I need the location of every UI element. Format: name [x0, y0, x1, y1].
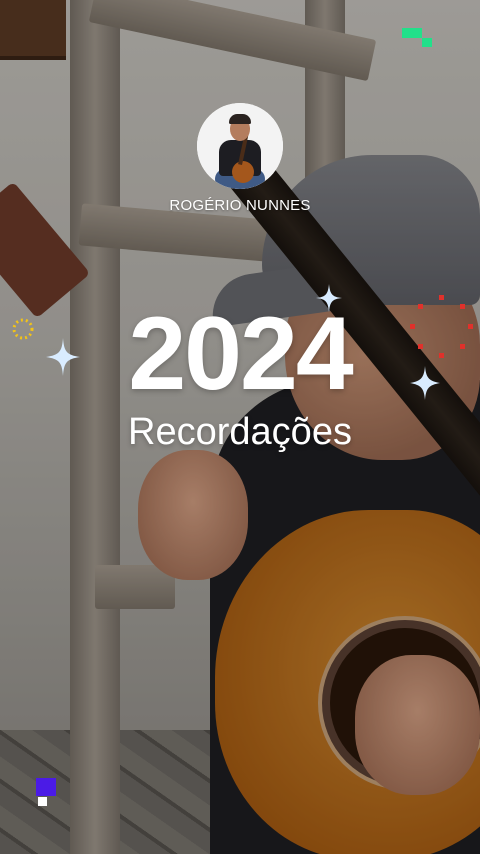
- pixel-squares-icon: [36, 778, 56, 806]
- sparkle-icon: [316, 284, 342, 312]
- dotted-circle-icon: [410, 295, 473, 358]
- dotted-circle-icon: [12, 318, 34, 340]
- sparkle-icon: [410, 366, 440, 400]
- artist-name[interactable]: ROGÉRIO NUNNES: [0, 197, 480, 214]
- sparkle-icon: [46, 338, 80, 376]
- pixel-squares-icon: [402, 28, 432, 47]
- artist-avatar[interactable]: [197, 103, 283, 189]
- recordacoes-subtitle: Recordações: [128, 411, 352, 453]
